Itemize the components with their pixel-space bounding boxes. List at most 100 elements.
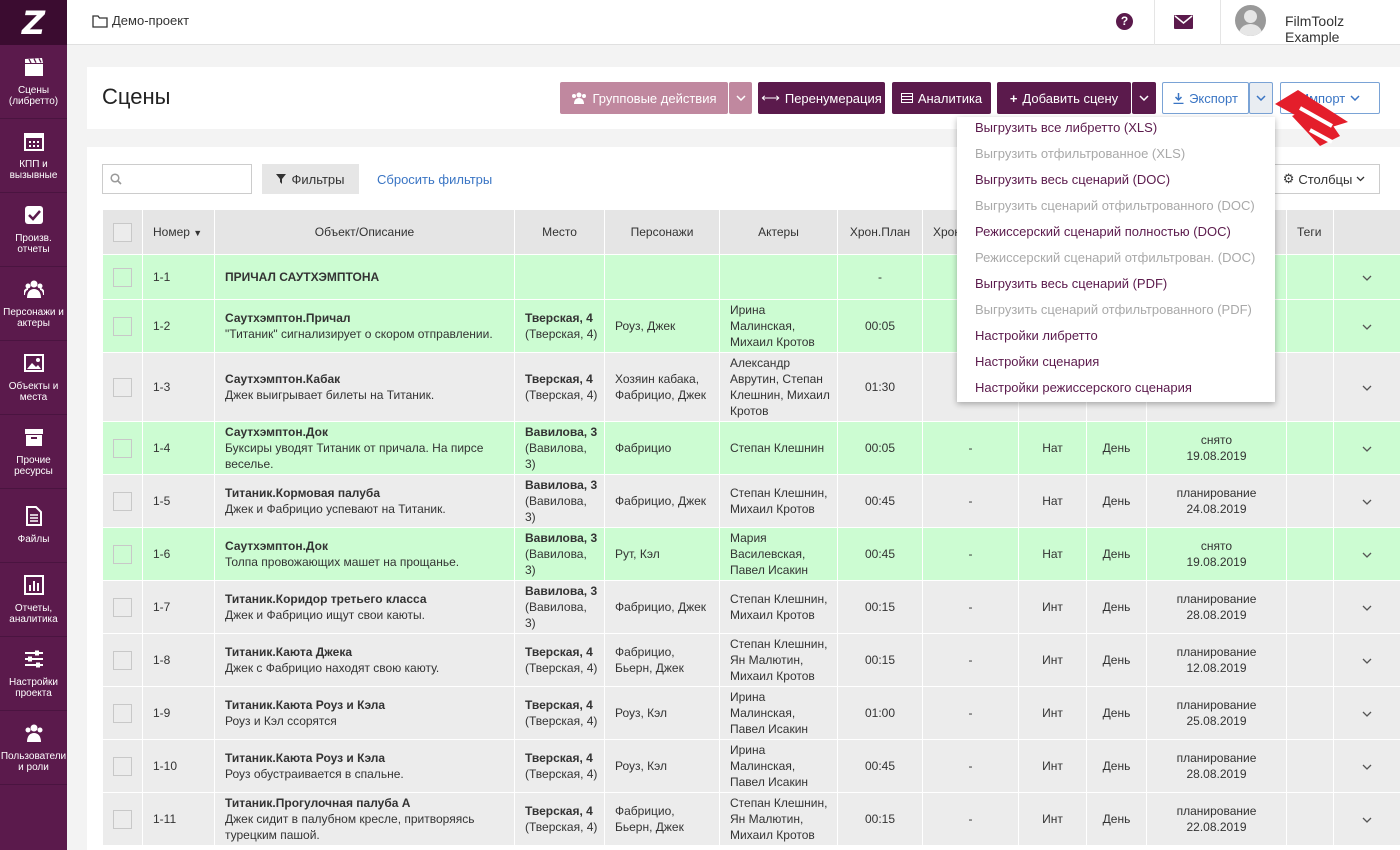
row-expand-button[interactable]: [1333, 633, 1400, 687]
filters-button[interactable]: Фильтры: [262, 164, 359, 194]
select-all-checkbox[interactable]: [102, 209, 143, 255]
scene-status: планирование 24.08.2019: [1146, 474, 1287, 528]
username[interactable]: FilmToolz Example: [1285, 13, 1400, 45]
sort-desc-icon: ▼: [193, 227, 203, 238]
avatar[interactable]: [1235, 5, 1266, 36]
scene-day-night: День: [1086, 474, 1147, 528]
scene-tags: [1286, 739, 1334, 793]
export-menu-item[interactable]: Выгрузить отфильтрованное (XLS): [957, 143, 1275, 169]
scene-tags: [1286, 792, 1334, 846]
export-menu-item[interactable]: Настройки сценария: [957, 351, 1275, 377]
sidebar-item-1[interactable]: КПП и вызывные: [0, 119, 67, 193]
col-number[interactable]: Номер ▼: [142, 209, 215, 255]
row-checkbox[interactable]: [102, 474, 143, 528]
add-scene-button[interactable]: + Добавить сцену: [997, 82, 1131, 114]
scene-chron: -: [922, 474, 1019, 528]
col-characters[interactable]: Персонажи: [604, 209, 720, 255]
row-expand-button[interactable]: [1333, 421, 1400, 475]
place-name: Вавилова, 3: [525, 425, 598, 439]
scene-chron: -: [922, 527, 1019, 581]
export-menu-item[interactable]: Выгрузить сценарий отфильтрованного (PDF…: [957, 299, 1275, 325]
columns-button[interactable]: ⚙ Столбцы: [1268, 164, 1380, 194]
project-name: Демо-проект: [112, 13, 190, 28]
mail-icon[interactable]: [1174, 15, 1193, 29]
row-expand-button[interactable]: [1333, 739, 1400, 793]
row-expand-button[interactable]: [1333, 254, 1400, 300]
place-name: Тверская, 4: [525, 311, 593, 325]
row-checkbox[interactable]: [102, 739, 143, 793]
row-checkbox[interactable]: [102, 421, 143, 475]
sidebar-item-2[interactable]: Произв. отчеты: [0, 193, 67, 267]
export-menu-item[interactable]: Режиссерский сценарий полностью (DOC): [957, 221, 1275, 247]
scene-description: Роуз обустраивается в спальне.: [225, 767, 404, 781]
app-logo[interactable]: Z: [0, 0, 67, 45]
export-menu-item[interactable]: Выгрузить весь сценарий (PDF): [957, 273, 1275, 299]
sidebar-item-9[interactable]: Пользователи и роли: [0, 711, 67, 785]
renumber-button[interactable]: ⟷ Перенумерация: [758, 82, 885, 114]
export-menu-item[interactable]: Выгрузить все либретто (XLS): [957, 117, 1275, 143]
help-icon[interactable]: ?: [1116, 13, 1133, 30]
row-expand-button[interactable]: [1333, 792, 1400, 846]
status-label: планирование: [1176, 645, 1257, 659]
export-menu-item[interactable]: Режиссерский сценарий отфильтрован. (DOC…: [957, 247, 1275, 273]
row-checkbox[interactable]: [102, 580, 143, 634]
col-object[interactable]: Объект/Описание: [214, 209, 515, 255]
row-checkbox[interactable]: [102, 299, 143, 353]
col-actors[interactable]: Актеры: [719, 209, 838, 255]
row-expand-button[interactable]: [1333, 474, 1400, 528]
row-expand-button[interactable]: [1333, 527, 1400, 581]
scene-actors: Ирина Малинская, Павел Исакин: [719, 739, 838, 793]
row-expand-button[interactable]: [1333, 580, 1400, 634]
row-expand-button[interactable]: [1333, 299, 1400, 353]
col-chron-plan[interactable]: Хрон.План: [837, 209, 923, 255]
row-checkbox[interactable]: [102, 792, 143, 846]
table-row[interactable]: 1-7 Титаник.Коридор третьего класса Джек и…: [102, 580, 1400, 634]
sidebar-item-0[interactable]: Сцены (либретто): [0, 45, 67, 119]
scene-number: 1-6: [142, 527, 215, 581]
export-menu-item[interactable]: Настройки режиссерского сценария: [957, 377, 1275, 403]
export-menu-item[interactable]: Настройки либретто: [957, 325, 1275, 351]
sidebar-item-8[interactable]: Настройки проекта: [0, 637, 67, 711]
project-link[interactable]: Демо-проект: [92, 13, 189, 28]
analytics-button[interactable]: Аналитика: [892, 82, 991, 114]
scene-description: Джек выигрывает билеты на Титаник.: [225, 388, 435, 402]
archive-icon: [24, 427, 44, 455]
sidebar-item-label: Файлы: [17, 534, 50, 545]
col-tags[interactable]: Теги: [1286, 209, 1334, 255]
row-checkbox[interactable]: [102, 254, 143, 300]
sidebar-item-4[interactable]: Объекты и места: [0, 341, 67, 415]
table-row[interactable]: 1-10 Титаник.Каюта Роуз и Кэла Роуз обустр…: [102, 739, 1400, 793]
sidebar-item-6[interactable]: Файлы: [0, 489, 67, 563]
export-button[interactable]: Экспорт: [1162, 82, 1249, 114]
scene-place: Вавилова, 3 (Вавилова, 3): [514, 580, 605, 634]
group-actions-button[interactable]: Групповые действия: [560, 82, 728, 114]
row-checkbox[interactable]: [102, 633, 143, 687]
export-menu-item[interactable]: Выгрузить весь сценарий (DOC): [957, 169, 1275, 195]
scene-title: Титаник.Каюта Роуз и Кэла: [225, 698, 386, 712]
row-checkbox[interactable]: [102, 352, 143, 422]
table-row[interactable]: 1-11 Титаник.Прогулочная палуба A Джек сид…: [102, 792, 1400, 846]
status-label: планирование: [1176, 804, 1257, 818]
table-row[interactable]: 1-6 Саутхэмптон.Док Толпа провожающих маше…: [102, 527, 1400, 581]
sidebar-item-3[interactable]: Персонажи и актеры: [0, 267, 67, 341]
row-expand-button[interactable]: [1333, 686, 1400, 740]
reset-filters-link[interactable]: Сбросить фильтры: [377, 172, 492, 187]
sidebar-item-5[interactable]: Прочие ресурсы: [0, 415, 67, 489]
sidebar-item-7[interactable]: Отчеты, аналитика: [0, 563, 67, 637]
scene-place: Тверская, 4 (Тверская, 4): [514, 633, 605, 687]
row-expand-button[interactable]: [1333, 352, 1400, 422]
table-row[interactable]: 1-4 Саутхэмптон.Док Буксиры уводят Титаник…: [102, 421, 1400, 475]
row-checkbox[interactable]: [102, 686, 143, 740]
row-checkbox[interactable]: [102, 527, 143, 581]
search-input[interactable]: [102, 164, 252, 194]
table-row[interactable]: 1-5 Титаник.Кормовая палуба Джек и Фабрици…: [102, 474, 1400, 528]
scene-object: Саутхэмптон.Док Буксиры уводят Титаник от…: [214, 421, 515, 475]
group-actions-dropdown[interactable]: [729, 82, 752, 114]
table-row[interactable]: 1-8 Титаник.Каюта Джека Джек с Фабрицио на…: [102, 633, 1400, 687]
scene-status: снято 19.08.2019: [1146, 421, 1287, 475]
col-place[interactable]: Место: [514, 209, 605, 255]
export-menu-item[interactable]: Выгрузить сценарий отфильтрованного (DOC…: [957, 195, 1275, 221]
add-scene-dropdown[interactable]: [1132, 82, 1156, 114]
table-row[interactable]: 1-9 Титаник.Каюта Роуз и Кэла Роуз и Кэл с…: [102, 686, 1400, 740]
scene-chron: -: [922, 580, 1019, 634]
